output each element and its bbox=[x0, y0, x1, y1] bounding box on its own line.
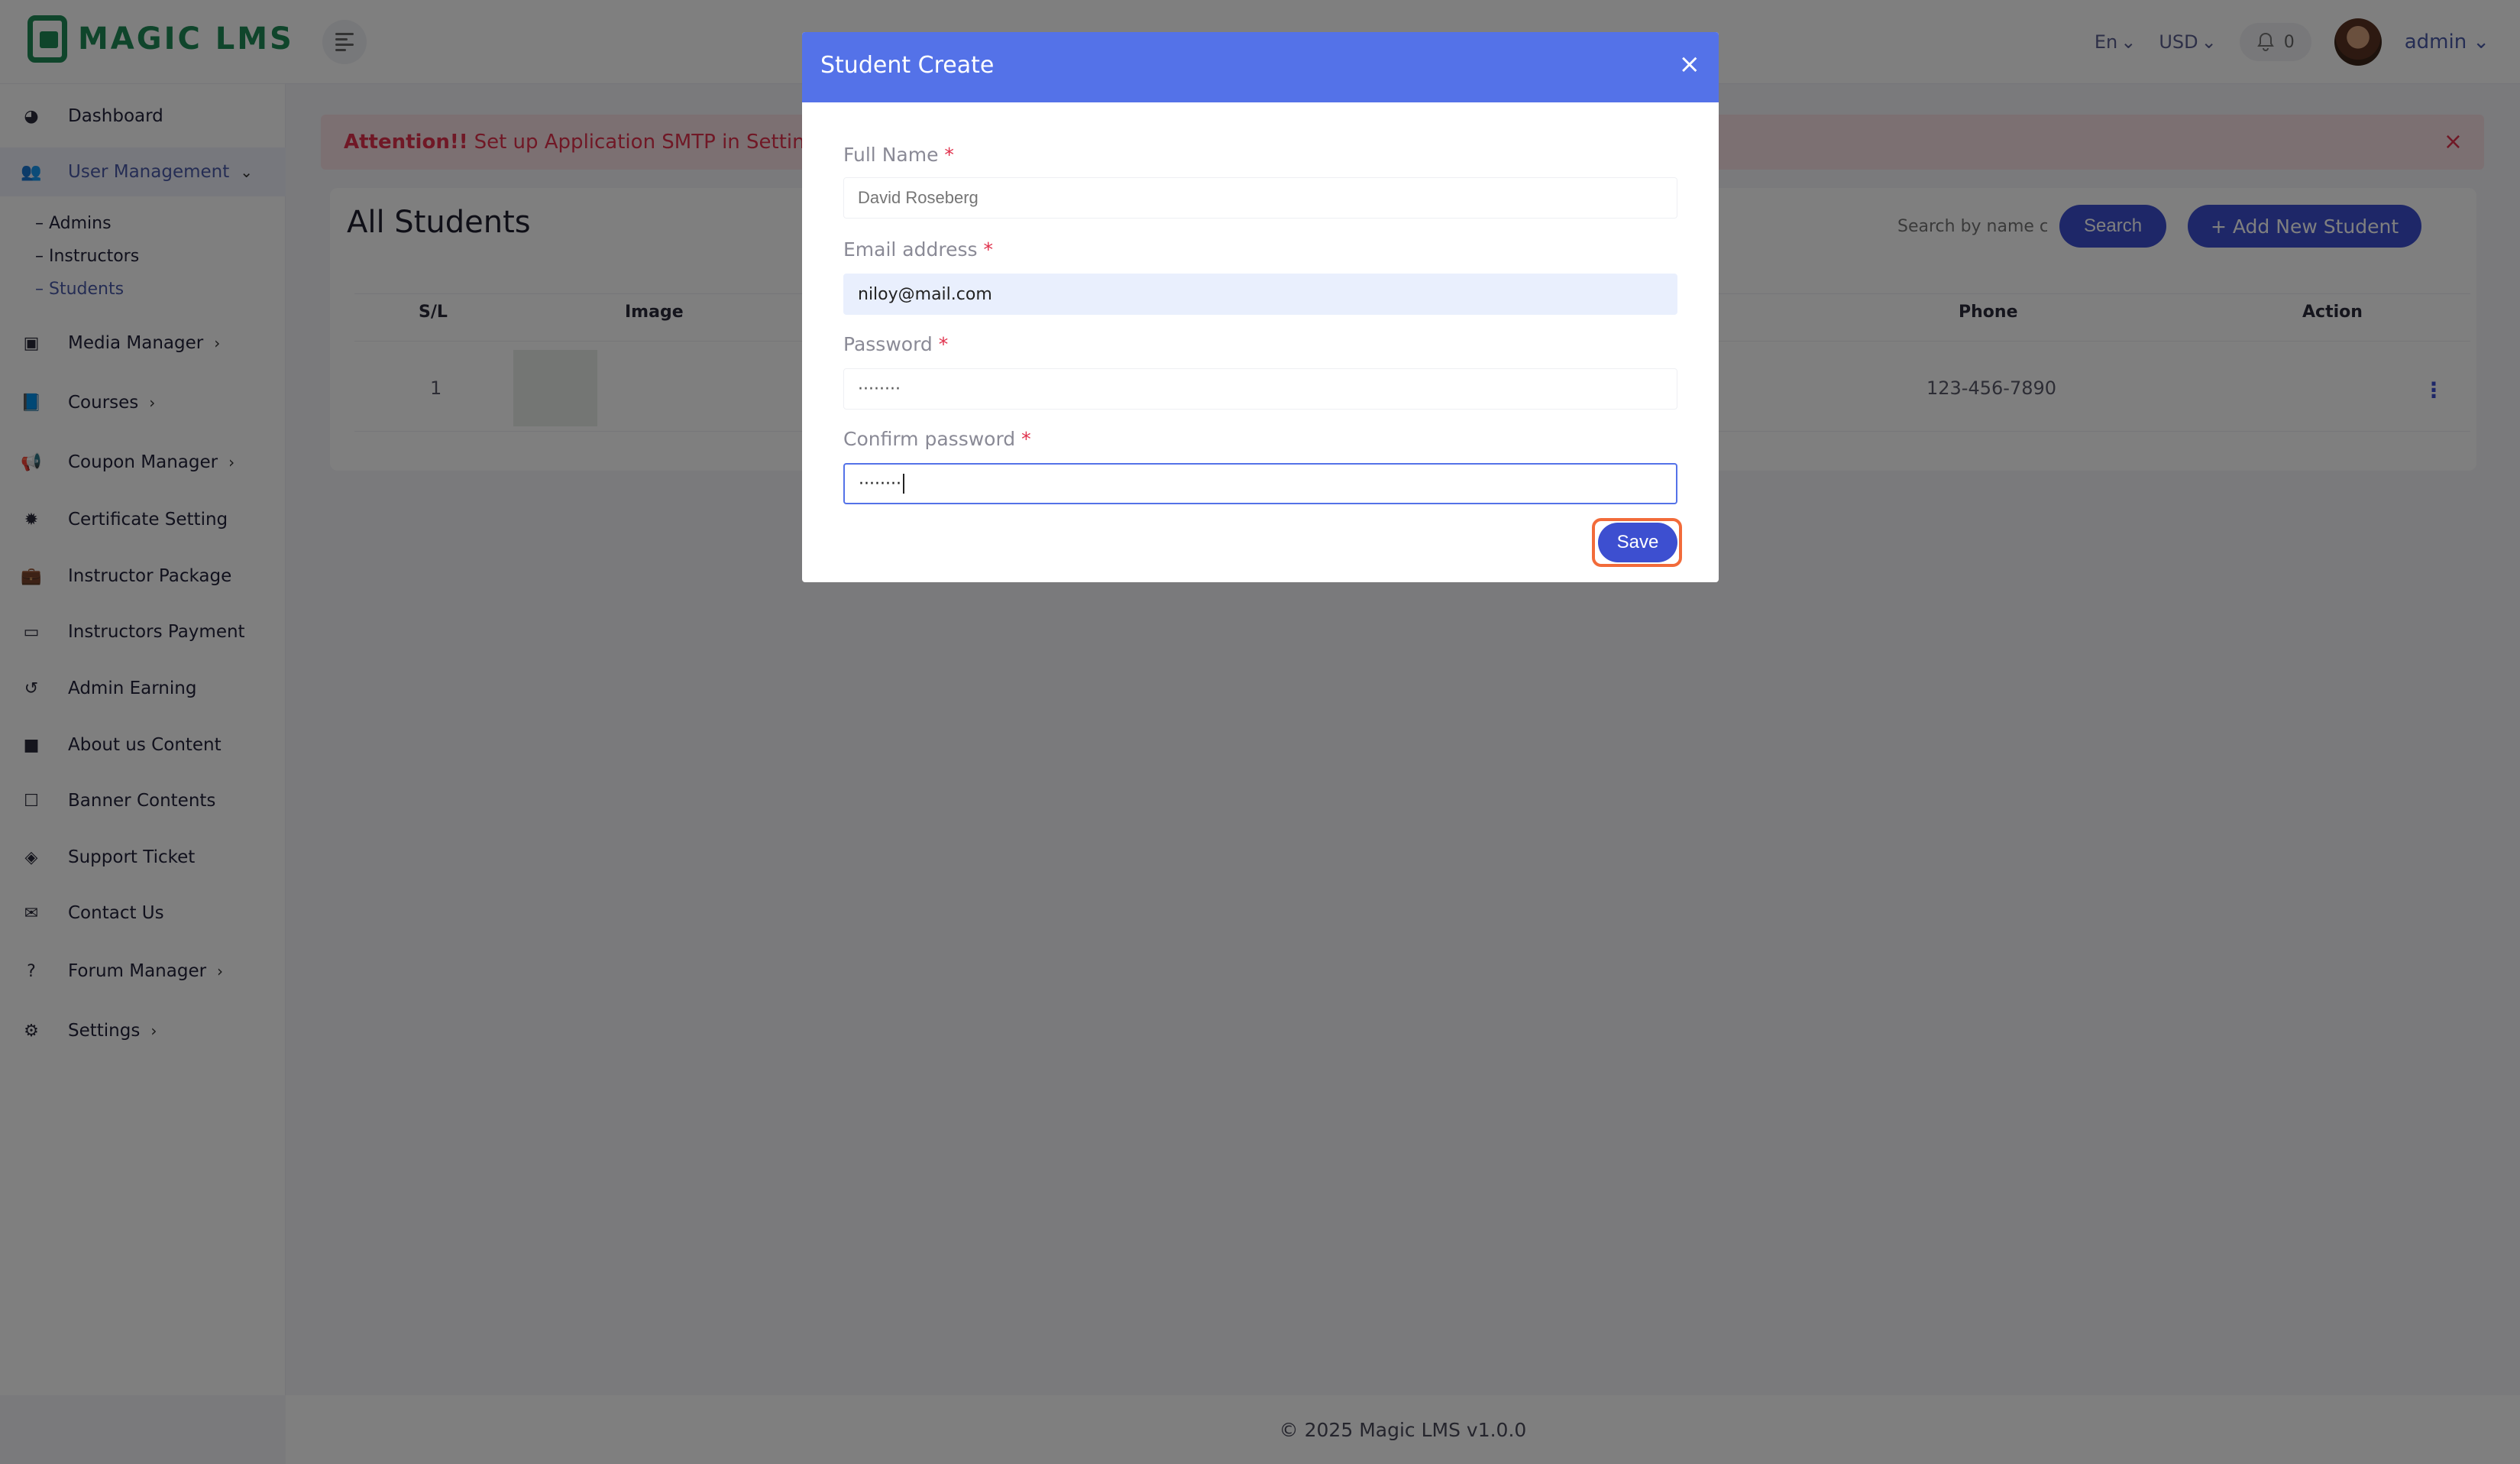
close-icon[interactable]: × bbox=[1679, 49, 1701, 79]
full-name-input[interactable] bbox=[843, 177, 1677, 219]
email-value: niloy@mail.com bbox=[858, 284, 992, 304]
password-input[interactable]: ········ bbox=[843, 368, 1677, 410]
modal-header: Student Create × bbox=[802, 32, 1719, 102]
text-caret bbox=[902, 474, 904, 494]
password-value: ········ bbox=[858, 379, 901, 399]
modal-title: Student Create bbox=[820, 52, 995, 79]
confirm-password-value: ········ bbox=[859, 474, 901, 494]
email-input[interactable]: niloy@mail.com bbox=[843, 274, 1677, 315]
confirm-password-input[interactable]: ········ bbox=[843, 463, 1677, 504]
save-button[interactable]: Save bbox=[1598, 523, 1677, 562]
confirm-password-label: Confirm password * bbox=[843, 428, 1031, 450]
email-label: Email address * bbox=[843, 238, 993, 261]
password-label: Password * bbox=[843, 333, 949, 355]
full-name-label: Full Name * bbox=[843, 144, 954, 166]
student-create-modal: Student Create × Full Name * Email addre… bbox=[802, 32, 1719, 582]
